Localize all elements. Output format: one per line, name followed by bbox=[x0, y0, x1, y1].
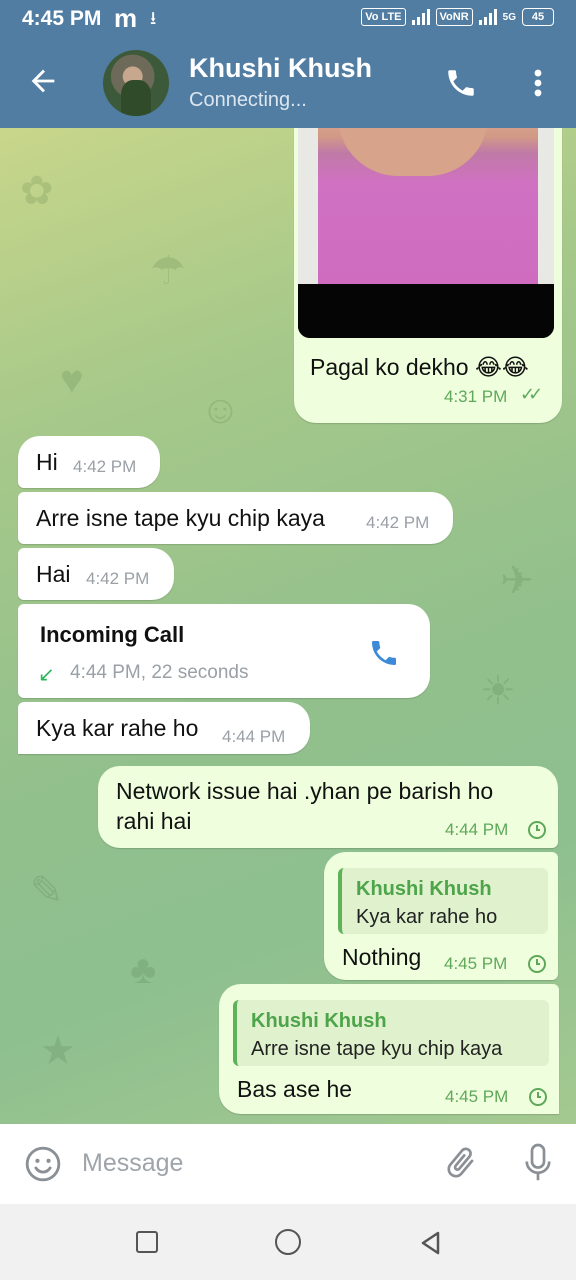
message-bubble-in[interactable]: Hi 4:42 PM bbox=[18, 436, 160, 488]
photo-content bbox=[298, 128, 318, 284]
contact-name[interactable]: Khushi Khush bbox=[189, 53, 372, 84]
message-text: Kya kar rahe ho bbox=[36, 715, 199, 741]
photo-content bbox=[538, 128, 554, 284]
message-text: Hai bbox=[36, 561, 71, 587]
attach-icon[interactable] bbox=[442, 1144, 480, 1182]
doodle-icon: ✿ bbox=[20, 169, 54, 213]
network-5g-label: 5G bbox=[502, 11, 516, 23]
message-text: Pagal ko dekho 😂😂 bbox=[310, 354, 529, 380]
phone-icon[interactable] bbox=[368, 637, 400, 669]
chat-area[interactable]: ✿ ☂ ♥ ☺ ✈ ☀ ✎ ♣ ★ Pagal ko dekho 😂😂 4:31… bbox=[0, 128, 576, 1124]
reply-author: Khushi Khush bbox=[356, 878, 492, 900]
emoji-icon[interactable] bbox=[24, 1145, 62, 1183]
message-time: 4:42 PM bbox=[73, 457, 137, 476]
nav-back-icon[interactable] bbox=[418, 1230, 444, 1256]
message-input[interactable] bbox=[80, 1142, 424, 1184]
message-input-bar bbox=[0, 1124, 576, 1204]
mic-icon[interactable] bbox=[520, 1142, 556, 1184]
connection-status: Connecting... bbox=[189, 89, 307, 111]
message-text: Nothing bbox=[342, 944, 422, 970]
signal-icon-2 bbox=[478, 9, 497, 25]
battery-icon: 45 bbox=[522, 8, 554, 26]
message-bubble-in[interactable]: Kya kar rahe ho 4:44 PM bbox=[18, 702, 310, 754]
message-bubble-out[interactable]: Pagal ko dekho 😂😂 4:31 PM ✓✓ bbox=[294, 128, 562, 423]
status-bar: 4:45 PM m ⭳ Vo LTE VoNR 5G 45 bbox=[0, 0, 576, 40]
call-detail: 4:44 PM, 22 seconds bbox=[70, 662, 249, 683]
reply-quote[interactable]: Khushi Khush Kya kar rahe ho bbox=[338, 868, 548, 934]
call-title: Incoming Call bbox=[40, 622, 185, 647]
message-bubble-in[interactable]: Arre isne tape kyu chip kaya 4:42 PM bbox=[18, 492, 453, 544]
reply-text: Arre isne tape kyu chip kaya bbox=[251, 1038, 503, 1060]
message-text: Bas ase he bbox=[237, 1076, 353, 1102]
download-icon: ⭳ bbox=[150, 8, 157, 28]
reply-author: Khushi Khush bbox=[251, 1010, 387, 1032]
signal-icon bbox=[411, 9, 430, 25]
avatar[interactable] bbox=[103, 50, 169, 116]
status-time: 4:45 PM bbox=[22, 7, 102, 30]
doodle-icon: ☂ bbox=[150, 249, 186, 293]
vonr-icon: VoNR bbox=[435, 8, 473, 26]
message-time: 4:44 PM bbox=[222, 727, 286, 746]
chat-header: 4:45 PM m ⭳ Vo LTE VoNR 5G 45 Khushi Khu… bbox=[0, 0, 576, 128]
message-time: 4:44 PM bbox=[445, 820, 509, 839]
message-time: 4:45 PM bbox=[445, 1087, 509, 1106]
message-bubble-in[interactable]: Hai 4:42 PM bbox=[18, 548, 174, 600]
photo-content bbox=[298, 284, 554, 338]
read-checks-icon: ✓✓ bbox=[520, 384, 543, 404]
clock-icon bbox=[528, 821, 546, 839]
message-text: rahi hai bbox=[116, 808, 192, 834]
reply-text: Kya kar rahe ho bbox=[356, 906, 498, 928]
volte-icon: Vo LTE bbox=[361, 8, 406, 26]
clock-icon bbox=[528, 955, 546, 973]
photo-attachment[interactable] bbox=[298, 128, 554, 338]
message-bubble-out[interactable]: Khushi Khush Kya kar rahe ho Nothing 4:4… bbox=[324, 852, 558, 980]
message-time: 4:45 PM bbox=[444, 954, 508, 973]
back-arrow-icon[interactable] bbox=[26, 64, 60, 98]
reply-quote[interactable]: Khushi Khush Arre isne tape kyu chip kay… bbox=[233, 1000, 549, 1066]
doodle-icon: ✈ bbox=[500, 559, 534, 603]
doodle-icon: ☀ bbox=[480, 669, 516, 713]
message-time: 4:31 PM bbox=[444, 387, 508, 406]
call-bubble[interactable]: Incoming Call ↙ 4:44 PM, 22 seconds bbox=[18, 604, 430, 698]
doodle-icon: ✎ bbox=[30, 869, 64, 913]
message-bubble-out[interactable]: Network issue hai .yhan pe barish ho rah… bbox=[98, 766, 558, 848]
message-text: Arre isne tape kyu chip kaya bbox=[36, 505, 325, 531]
more-vert-icon[interactable] bbox=[528, 66, 548, 100]
nav-recents-icon[interactable] bbox=[136, 1231, 158, 1253]
message-time: 4:42 PM bbox=[86, 569, 150, 588]
phone-icon[interactable] bbox=[444, 66, 478, 100]
nav-home-icon[interactable] bbox=[275, 1229, 301, 1255]
doodle-icon: ♣ bbox=[130, 948, 157, 992]
doodle-icon: ♥ bbox=[60, 358, 84, 402]
doodle-icon: ☺ bbox=[200, 388, 241, 432]
carrier-icon: m bbox=[114, 3, 138, 33]
message-text: Network issue hai .yhan pe barish ho bbox=[116, 778, 494, 804]
doodle-icon: ★ bbox=[40, 1029, 76, 1073]
message-time: 4:42 PM bbox=[366, 513, 430, 532]
status-indicators: Vo LTE VoNR 5G 45 bbox=[361, 8, 554, 26]
system-nav-bar bbox=[0, 1204, 576, 1280]
message-bubble-out[interactable]: Khushi Khush Arre isne tape kyu chip kay… bbox=[219, 984, 559, 1114]
message-text: Hi bbox=[36, 449, 58, 475]
clock-icon bbox=[529, 1088, 547, 1106]
incoming-call-arrow-icon: ↙ bbox=[38, 664, 55, 686]
